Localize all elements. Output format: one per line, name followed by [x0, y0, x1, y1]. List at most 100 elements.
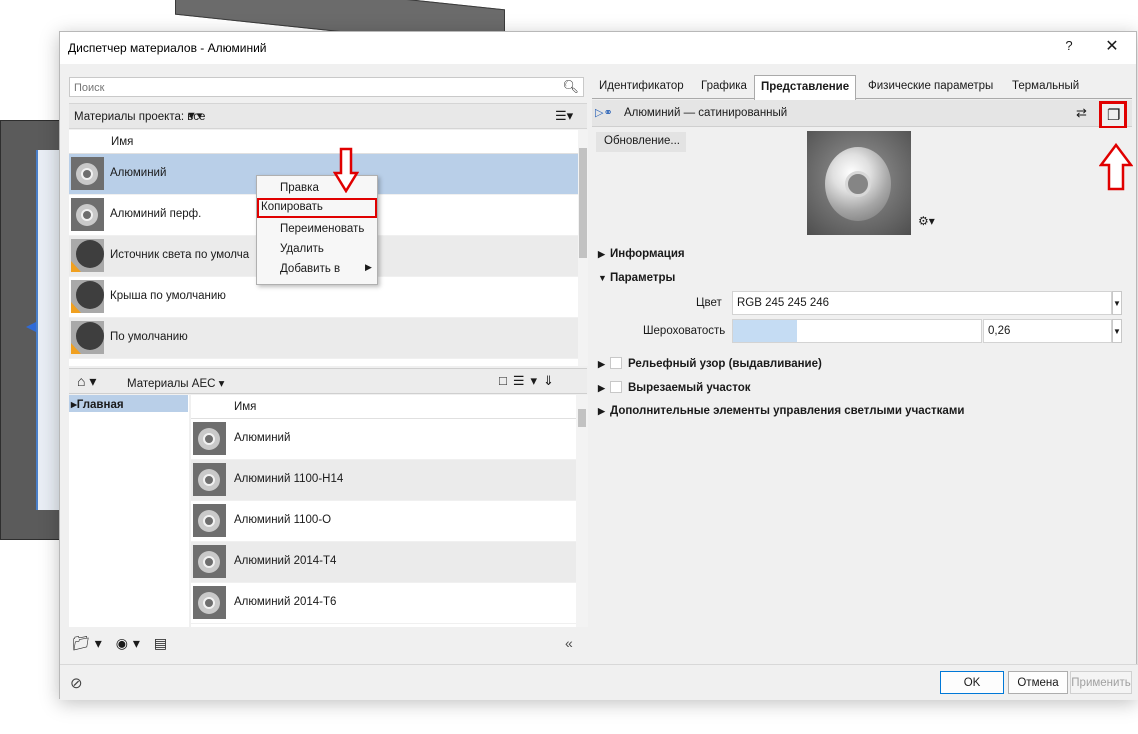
- metal-material-thumbnail-icon: [71, 157, 104, 190]
- metal-material-thumbnail-icon: [193, 545, 226, 578]
- search-icon[interactable]: 🔍︎: [562, 79, 579, 95]
- library-row[interactable]: Алюминий 1100-O: [191, 501, 576, 542]
- home-icon[interactable]: ⌂ ▾: [77, 373, 96, 390]
- context-menu-add-to[interactable]: Добавить в ▶: [257, 260, 377, 280]
- collapse-icon: ▼: [598, 273, 607, 283]
- material-row[interactable]: По умолчанию: [69, 318, 578, 359]
- submenu-arrow-icon: ▶: [365, 262, 372, 272]
- metal-material-thumbnail-icon: [71, 198, 104, 231]
- roughness-slider[interactable]: [732, 319, 982, 343]
- search-input[interactable]: [72, 80, 552, 95]
- material-name: Источник света по умолча: [110, 249, 250, 261]
- context-menu-edit[interactable]: Правка: [257, 179, 377, 199]
- update-button[interactable]: Обновление...: [596, 132, 686, 152]
- filter-icon[interactable]: ▼▾: [186, 109, 202, 122]
- material-name: Алюминий 1100-O: [234, 514, 332, 526]
- menu-item-label: Копировать: [261, 201, 323, 213]
- param-color-row: Цвет RGB 245 245 246 ▼: [592, 291, 1132, 315]
- left-footer: 📁︎▾ ◉▾ ▤ «: [69, 630, 587, 658]
- metal-material-thumbnail-icon: [193, 422, 226, 455]
- library-bar: ⌂ ▾ Материалы AEC ▾ □☰▾⇓: [69, 368, 587, 394]
- library-actions-icon[interactable]: 📁︎▾ ◉▾ ▤: [72, 635, 172, 652]
- section-cutout[interactable]: ▶ Вырезаемый участок: [598, 381, 750, 394]
- tab-bar: Идентификатор Графика Представление Физи…: [592, 75, 1132, 100]
- context-menu-delete[interactable]: Удалить: [257, 240, 377, 260]
- material-name: Крыша по умолчанию: [110, 290, 226, 302]
- material-name: Алюминий 1100-H14: [234, 473, 344, 485]
- color-label: Цвет: [696, 297, 722, 309]
- tree-item-label: Главная: [76, 399, 124, 411]
- context-menu-rename[interactable]: Переименовать: [257, 220, 377, 240]
- expand-icon: ▶: [598, 406, 605, 416]
- scrollbar-thumb[interactable]: [578, 409, 586, 427]
- section-label: Рельефный узор (выдавливание): [628, 358, 822, 370]
- library-materials-list: Имя Алюминий Алюминий 1100-H14 Алюминий …: [191, 395, 576, 627]
- library-row[interactable]: Алюминий 1100-H14: [191, 460, 576, 501]
- color-dropdown-icon[interactable]: ▼: [1112, 291, 1122, 315]
- left-pane: 🔍︎ Материалы проекта: все ▼▾ ☰▾ Имя Алюм…: [69, 70, 589, 662]
- project-materials-bar: Материалы проекта: все ▼▾ ☰▾: [69, 103, 587, 129]
- expand-icon: ▶: [598, 383, 605, 393]
- asset-link-icon: ▷⚭: [595, 107, 613, 119]
- tab-identity[interactable]: Идентификатор: [599, 80, 684, 92]
- roughness-label: Шероховатость: [643, 325, 726, 337]
- section-relief[interactable]: ▶ Рельефный узор (выдавливание): [598, 357, 822, 370]
- roughness-value-field[interactable]: 0,26: [983, 319, 1112, 343]
- menu-item-label: Добавить в: [280, 263, 341, 275]
- project-list-scrollbar[interactable]: [578, 130, 588, 366]
- window-title: Диспетчер материалов - Алюминий: [68, 41, 267, 55]
- duplicate-asset-button[interactable]: ❐: [1099, 101, 1127, 129]
- column-name-header[interactable]: Имя: [234, 401, 256, 413]
- no-symbol-icon[interactable]: ⊘: [70, 674, 83, 692]
- column-name-header[interactable]: Имя: [111, 136, 133, 148]
- library-row[interactable]: Алюминий 2014-T6: [191, 583, 576, 624]
- section-label: Параметры: [610, 272, 676, 284]
- close-button[interactable]: ✕: [1098, 36, 1126, 60]
- asset-bar: ▷⚭ Алюминий — сатинированный ⇄ ❐: [592, 100, 1132, 129]
- library-list-scrollbar[interactable]: [576, 395, 588, 627]
- material-preview-image: [807, 131, 911, 235]
- asset-name: Алюминий — сатинированный: [624, 107, 788, 119]
- cutout-checkbox[interactable]: [610, 381, 622, 393]
- viewport-marker-icon: [26, 322, 36, 332]
- tab-graphics[interactable]: Графика: [701, 80, 747, 92]
- tree-item-home[interactable]: ▸Главная: [69, 395, 188, 412]
- context-menu-copy[interactable]: Копировать: [257, 198, 377, 218]
- tab-appearance[interactable]: Представление: [754, 75, 857, 100]
- material-name: По умолчанию: [110, 331, 188, 343]
- library-row[interactable]: Алюминий 2014-T4: [191, 542, 576, 583]
- duplicate-icon: ❐: [1107, 107, 1121, 124]
- roughness-dropdown-icon[interactable]: ▼: [1112, 319, 1122, 343]
- view-options-icon[interactable]: ☰▾: [555, 108, 573, 124]
- cancel-button[interactable]: Отмена: [1008, 671, 1068, 694]
- dialog-footer: ⊘ OK Отмена Применить: [60, 664, 1138, 700]
- tab-thermal[interactable]: Термальный: [1012, 80, 1079, 92]
- library-breadcrumb[interactable]: Материалы AEC ▾: [127, 376, 224, 390]
- section-params[interactable]: ▼ Параметры: [598, 272, 675, 284]
- slider-fill: [733, 320, 798, 342]
- scrollbar-thumb[interactable]: [579, 148, 587, 258]
- collapse-library-icon[interactable]: «: [565, 635, 573, 651]
- library-view-tools-icon[interactable]: □☰▾⇓: [499, 373, 560, 389]
- color-value-field[interactable]: RGB 245 245 246: [732, 291, 1112, 315]
- library-row[interactable]: Алюминий: [191, 419, 576, 460]
- param-roughness-row: Шероховатость 0,26 ▼: [592, 319, 1132, 343]
- library-breadcrumb-label: Материалы AEC: [127, 378, 216, 390]
- apply-button[interactable]: Применить: [1070, 671, 1132, 694]
- menu-item-label: Переименовать: [280, 223, 365, 235]
- tab-physical[interactable]: Физические параметры: [868, 80, 993, 92]
- help-button[interactable]: ?: [1060, 38, 1078, 58]
- metal-material-thumbnail-icon: [193, 463, 226, 496]
- section-info[interactable]: ▶ Информация: [598, 248, 685, 260]
- metal-material-thumbnail-icon: [193, 504, 226, 537]
- section-extra-highlights[interactable]: ▶ Дополнительные элементы управления свет…: [598, 405, 964, 417]
- ok-button[interactable]: OK: [940, 671, 1004, 694]
- preview-options-icon[interactable]: ⚙▾: [918, 214, 935, 228]
- annotation-down-arrow-icon: [333, 147, 359, 193]
- relief-checkbox[interactable]: [610, 357, 622, 369]
- right-pane: Идентификатор Графика Представление Физи…: [592, 70, 1132, 662]
- replace-asset-icon[interactable]: ⇄: [1076, 105, 1087, 121]
- preview-ring-hole: [845, 171, 871, 197]
- metal-material-thumbnail-icon: [193, 586, 226, 619]
- expand-icon: ▶: [598, 249, 605, 259]
